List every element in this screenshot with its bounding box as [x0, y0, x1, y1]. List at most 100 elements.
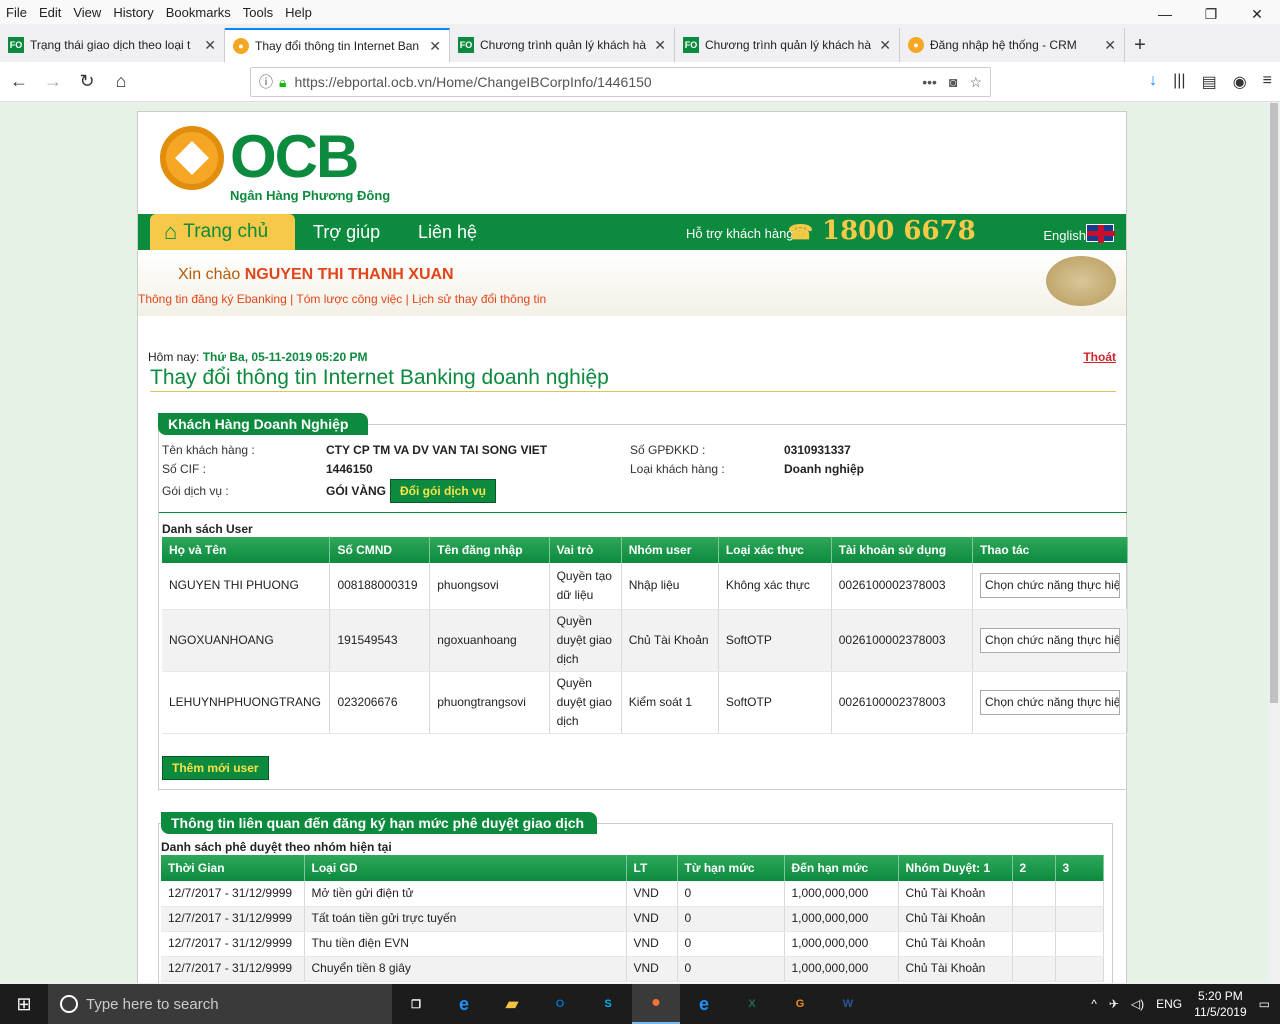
more-actions-icon[interactable]: •••: [922, 74, 937, 90]
menu-history[interactable]: History: [107, 5, 159, 20]
menu-view[interactable]: View: [67, 5, 107, 20]
close-tab-icon[interactable]: ✕: [654, 37, 666, 54]
logout-link[interactable]: Thoát: [1083, 350, 1116, 364]
browser-tab-active[interactable]: ● Thay đổi thông tin Internet Ban ✕: [225, 28, 450, 62]
vertical-scrollbar[interactable]: [1268, 103, 1280, 983]
ie-icon[interactable]: e: [440, 984, 488, 1024]
outlook-icon[interactable]: O: [536, 984, 584, 1024]
browser-tab[interactable]: ● Đăng nhập hệ thống - CRM ✕: [900, 28, 1125, 62]
sidebar-icon[interactable]: ▤: [1202, 72, 1217, 92]
cell: Chọn chức năng thực hiện: [972, 671, 1128, 734]
cell: Chọn chức năng thực hiện: [972, 609, 1128, 672]
clock[interactable]: 5:20 PM 11/5/2019: [1194, 988, 1247, 1020]
cell: VND: [626, 956, 678, 982]
firefox-icon[interactable]: ●: [632, 984, 680, 1024]
url-bar[interactable]: ⓘ 🔒︎ https://ebportal.ocb.vn/Home/Change…: [250, 67, 991, 97]
new-tab-button[interactable]: +: [1125, 28, 1155, 62]
cell: [1012, 906, 1056, 932]
logo-area: OCB Ngân Hàng Phương Đông: [138, 112, 1126, 214]
tab-title: Chương trình quản lý khách hà: [480, 38, 647, 52]
windows-start-icon[interactable]: ⊞: [0, 984, 48, 1024]
menu-tools[interactable]: Tools: [237, 5, 279, 20]
ocb-logo-icon: [160, 126, 224, 190]
add-user-button[interactable]: Thêm mới user: [162, 756, 269, 780]
nav-home[interactable]: ⌂ Trang chủ: [150, 214, 295, 250]
browser-tab[interactable]: FO Trạng thái giao dịch theo loại t ✕: [0, 28, 225, 62]
word-icon[interactable]: W: [824, 984, 872, 1024]
library-icon[interactable]: |||: [1173, 72, 1185, 92]
menu-file[interactable]: File: [0, 5, 33, 20]
nav-contact[interactable]: Liên hệ: [418, 222, 477, 243]
reload-button[interactable]: ↻: [72, 67, 102, 97]
account-icon[interactable]: ◉: [1233, 72, 1247, 92]
url-text[interactable]: https://ebportal.ocb.vn/Home/ChangeIBCor…: [294, 74, 651, 90]
cell: 0: [677, 906, 785, 932]
close-window-icon[interactable]: ✕: [1234, 0, 1280, 28]
page-viewport: OCB Ngân Hàng Phương Đông ⌂ Trang chủ Tr…: [0, 103, 1268, 983]
close-tab-icon[interactable]: ✕: [204, 37, 216, 54]
cell: Chuyển tiền 8 giây: [304, 956, 627, 982]
col-header: Thao tác: [972, 537, 1128, 563]
file-explorer-icon[interactable]: ▰: [488, 984, 536, 1024]
action-select[interactable]: Chọn chức năng thực hiện: [980, 627, 1120, 653]
menu-bookmarks[interactable]: Bookmarks: [160, 5, 237, 20]
network-icon[interactable]: ✈: [1109, 997, 1119, 1011]
taskbar-search[interactable]: Type here to search: [48, 984, 392, 1024]
link-work-summary[interactable]: Tóm lược công việc: [296, 292, 402, 306]
close-tab-icon[interactable]: ✕: [879, 37, 891, 54]
menu-edit[interactable]: Edit: [33, 5, 67, 20]
uk-flag-icon[interactable]: [1086, 224, 1115, 243]
bookmark-star-icon[interactable]: ☆: [969, 74, 982, 91]
nav-help[interactable]: Trợ giúp: [313, 222, 380, 243]
info-icon[interactable]: ⓘ: [259, 72, 273, 92]
back-button[interactable]: ←: [4, 67, 34, 97]
col-header: Nhóm user: [621, 537, 719, 563]
link-registration-info[interactable]: Thông tin đăng ký Ebanking: [138, 292, 287, 306]
close-tab-icon[interactable]: ✕: [429, 38, 441, 55]
action-select[interactable]: Chọn chức năng thực hiện: [980, 689, 1120, 715]
cell: Chủ Tài Khoản: [898, 931, 1013, 957]
menu-icon[interactable]: ≡: [1263, 72, 1272, 92]
language-indicator[interactable]: ENG: [1156, 997, 1182, 1011]
brand-tagline: Ngân Hàng Phương Đông: [230, 188, 391, 203]
volume-icon[interactable]: ◁): [1131, 997, 1144, 1011]
table-row: 12/7/2017 - 31/12/9999 Thu tiền điện EVN V…: [161, 931, 1104, 957]
excel-icon[interactable]: X: [728, 984, 776, 1024]
cell: Tất toán tiền gửi trực tuyến: [304, 906, 627, 932]
language-link[interactable]: English: [1043, 228, 1086, 243]
pocket-icon[interactable]: ◙: [949, 74, 957, 90]
task-view-icon[interactable]: ❐: [392, 984, 440, 1024]
link-change-history[interactable]: Lịch sử thay đổi thông tin: [412, 292, 546, 306]
customer-type-value: Doanh nghiệp: [784, 462, 864, 476]
action-select[interactable]: Chọn chức năng thực hiện: [980, 573, 1120, 599]
forward-button[interactable]: →: [38, 67, 68, 97]
scrollbar-thumb[interactable]: [1270, 103, 1278, 703]
tab-title: Trạng thái giao dịch theo loại t: [30, 38, 191, 52]
menu-help[interactable]: Help: [279, 5, 318, 20]
edge-icon[interactable]: e: [680, 984, 728, 1024]
home-button[interactable]: ⌂: [106, 67, 136, 97]
cell: Nhập liệu: [621, 563, 719, 610]
cell: ngoxuanhoang: [429, 609, 550, 672]
cell: 191549543: [329, 609, 431, 672]
main-nav: ⌂ Trang chủ Trợ giúp Liên hệ Hỗ trợ khác…: [138, 214, 1126, 250]
close-tab-icon[interactable]: ✕: [1104, 37, 1116, 54]
tray-chevron-icon[interactable]: ^: [1091, 997, 1097, 1011]
cell: 12/7/2017 - 31/12/9999: [161, 956, 305, 982]
pdf-icon[interactable]: G: [776, 984, 824, 1024]
browser-tab[interactable]: FO Chương trình quản lý khách hà ✕: [675, 28, 900, 62]
col-header: LT: [626, 855, 678, 881]
col-header: Tên đăng nhập: [429, 537, 550, 563]
download-icon[interactable]: ↓: [1149, 72, 1157, 92]
skype-icon[interactable]: S: [584, 984, 632, 1024]
change-package-button[interactable]: Đổi gói dịch vụ: [390, 479, 496, 503]
limits-subtitle: Danh sách phê duyệt theo nhóm hiện tại: [161, 840, 392, 854]
limits-table: Thời Gian Loại GD LT Từ hạn mức Đến hạn …: [161, 855, 1104, 982]
name-label: Tên khách hàng :: [162, 443, 255, 457]
tab-title: Chương trình quản lý khách hà: [705, 38, 872, 52]
minimize-icon[interactable]: —: [1142, 0, 1188, 28]
notifications-icon[interactable]: ▭: [1259, 997, 1270, 1011]
browser-tab[interactable]: FO Chương trình quản lý khách hà ✕: [450, 28, 675, 62]
restore-icon[interactable]: ❐: [1188, 0, 1234, 28]
hotline: ☎ 1800 6678: [788, 216, 976, 246]
